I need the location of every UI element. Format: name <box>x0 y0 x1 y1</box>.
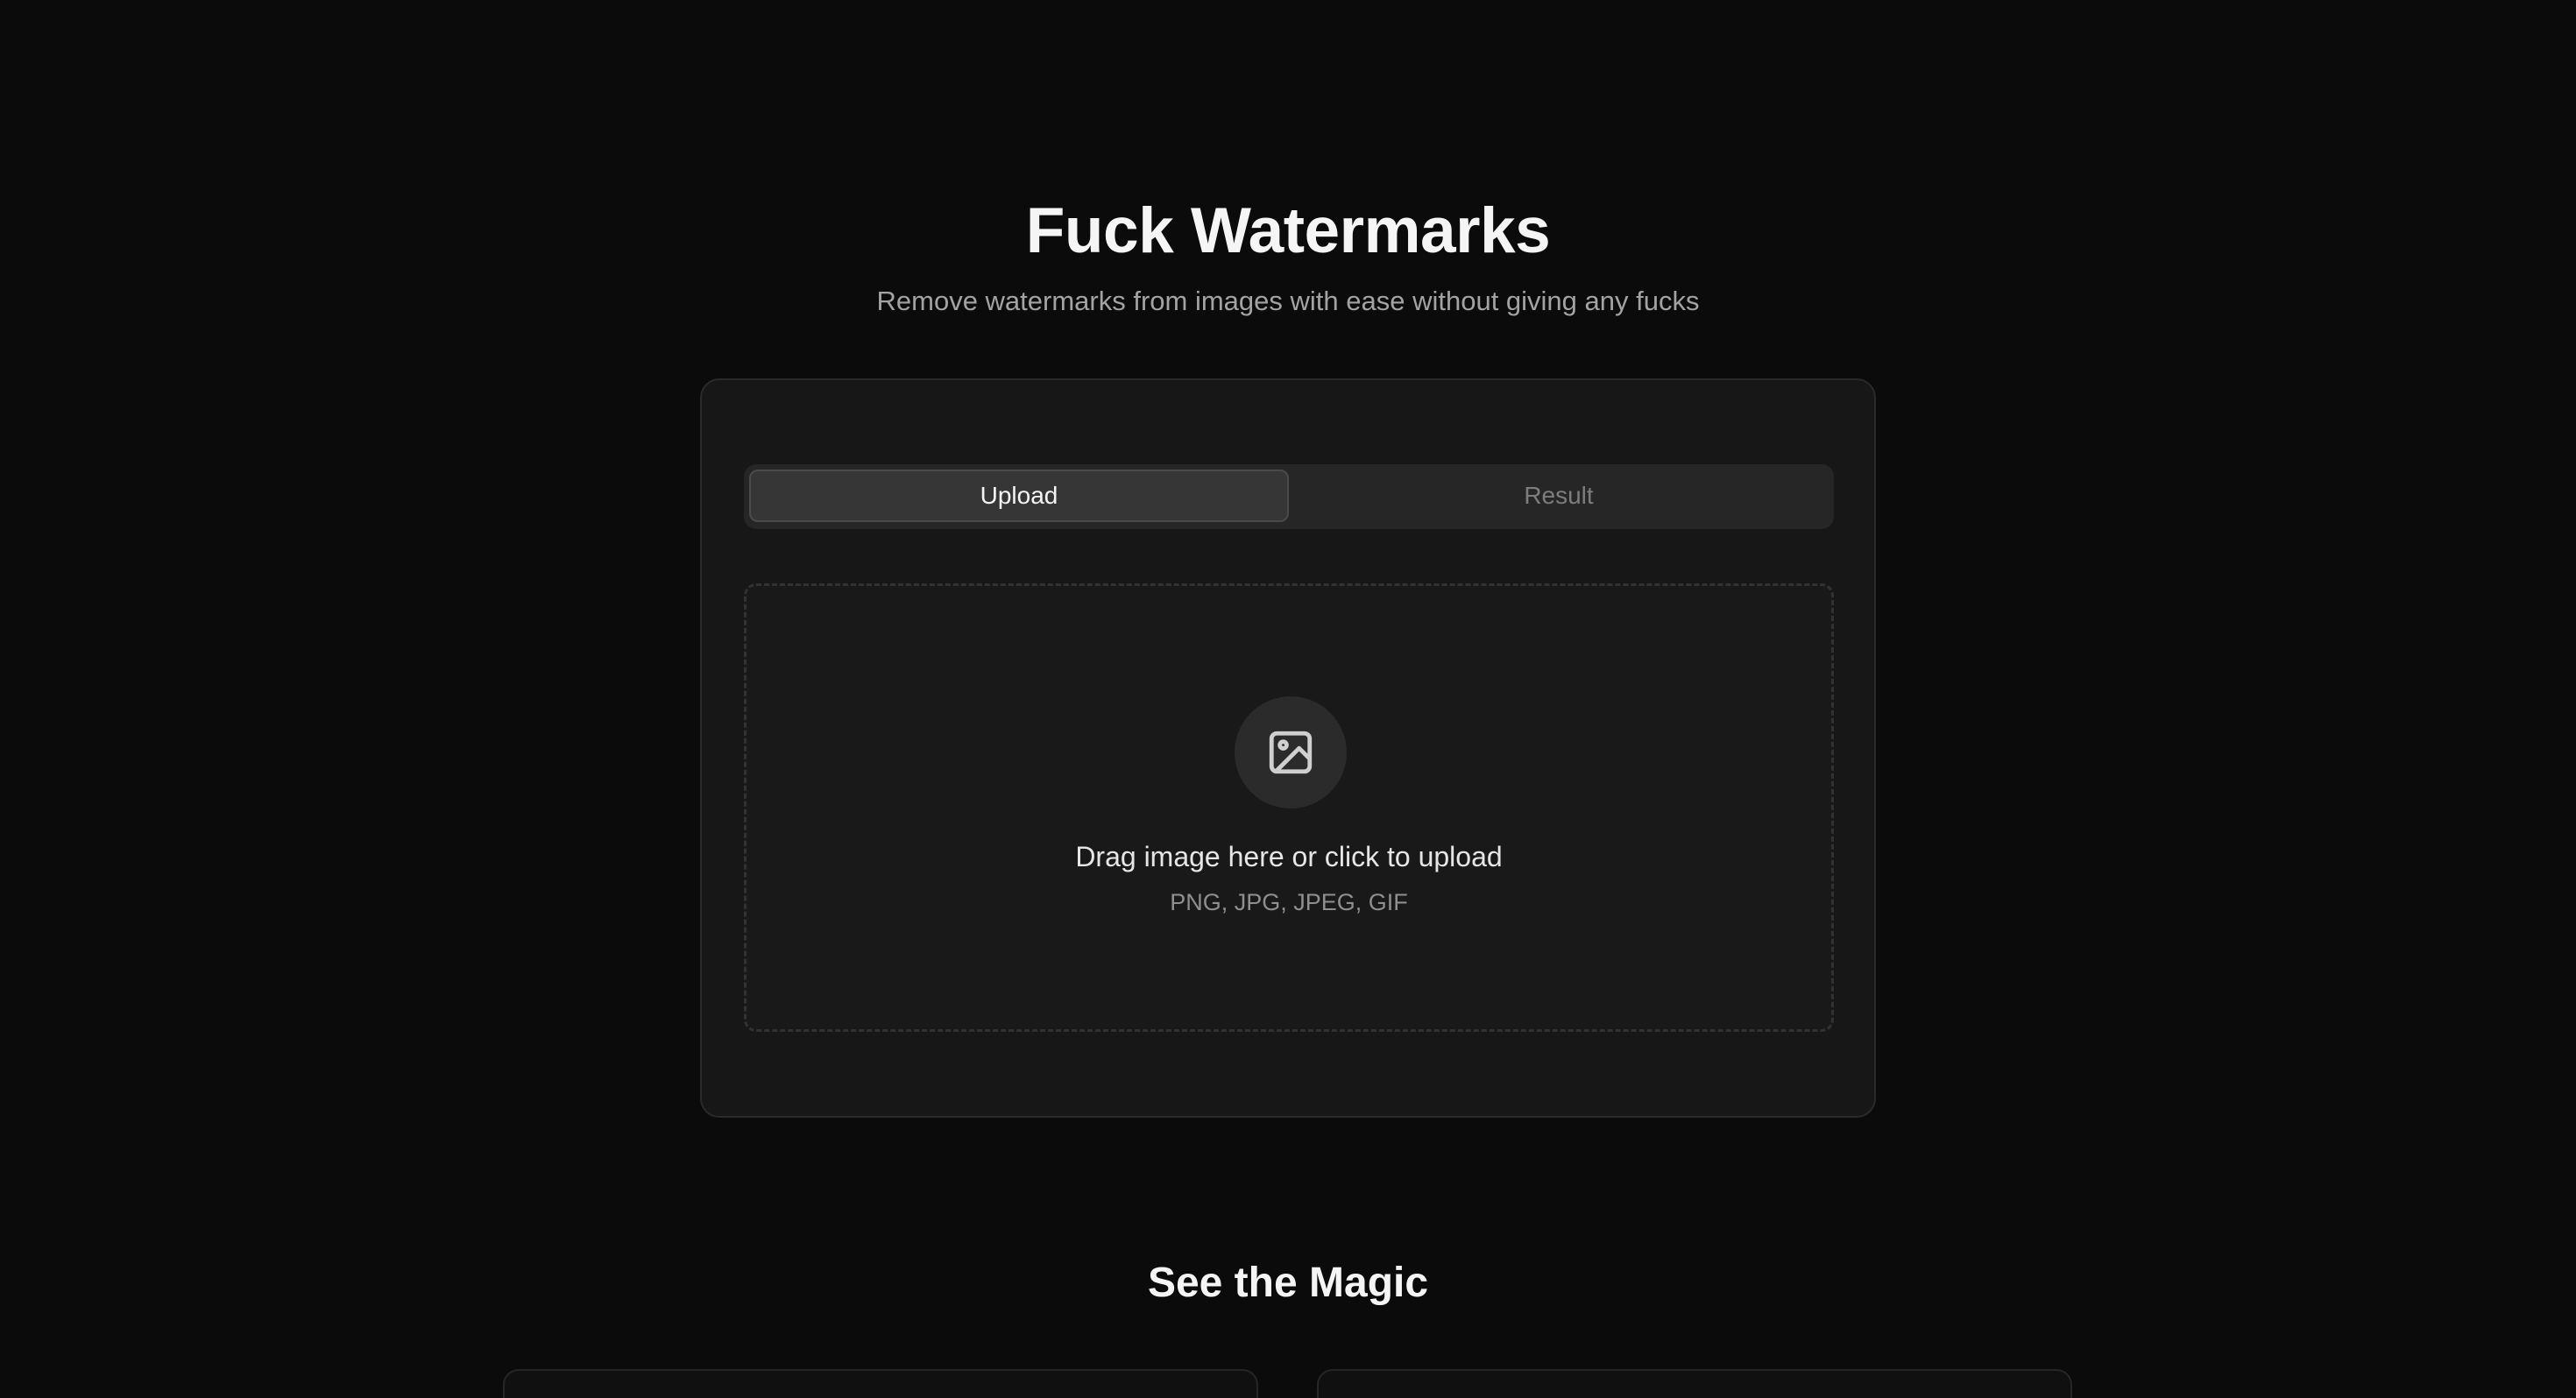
preview-card-after <box>1317 1369 2072 1398</box>
dropzone-title: Drag image here or click to upload <box>1075 841 1503 872</box>
image-icon <box>1235 696 1347 808</box>
upload-dropzone[interactable]: Drag image here or click to upload PNG, … <box>744 583 1834 1032</box>
page: Fuck Watermarks Remove watermarks from i… <box>0 0 2576 1398</box>
page-subtitle: Remove watermarks from images with ease … <box>876 286 1700 316</box>
tab-upload[interactable]: Upload <box>749 470 1289 522</box>
tab-result[interactable]: Result <box>1289 470 1829 522</box>
upload-card: Upload Result Drag image here or click t… <box>700 378 1876 1118</box>
section-title: See the Magic <box>1147 1260 1429 1306</box>
dropzone-formats: PNG, JPG, JPEG, GIF <box>1170 889 1408 915</box>
tab-bar: Upload Result <box>744 464 1834 529</box>
preview-card-before <box>503 1369 1258 1398</box>
page-title: Fuck Watermarks <box>1025 195 1551 266</box>
